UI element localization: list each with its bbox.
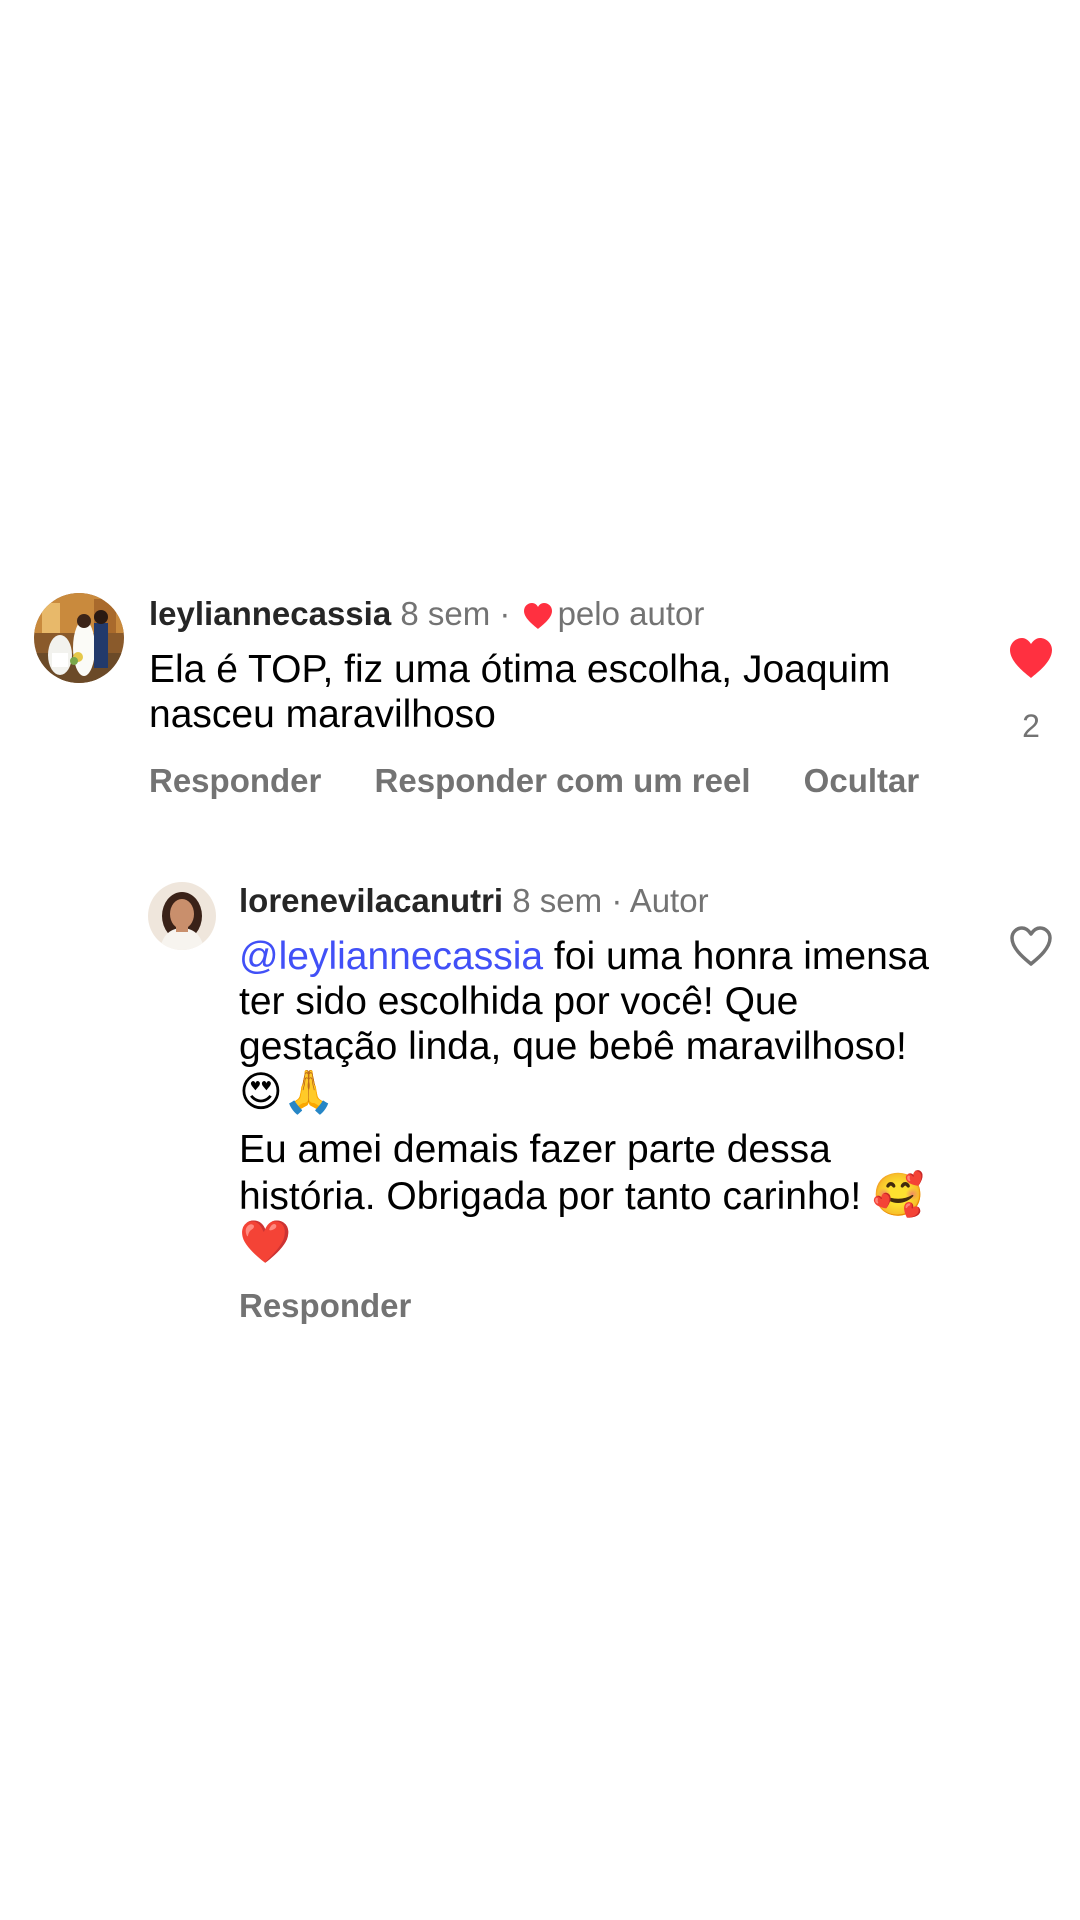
reply-text-segment: Eu amei demais fazer parte dessa históri… [239,1128,873,1218]
reply-button[interactable]: Responder [149,761,321,801]
reply-with-reel-button[interactable]: Responder com um reel [375,761,751,801]
reply-button[interactable]: Responder [239,1286,411,1326]
reply-time: 8 sem [512,882,603,919]
avatar-photo [34,593,124,683]
reply-paragraph: Eu amei demais fazer parte dessa históri… [239,1127,939,1266]
avatar[interactable] [148,882,216,950]
heart-filled-icon[interactable] [1007,636,1055,680]
comment-meta: leyliannecassia 8 sem · pelo autor [149,594,704,634]
comment-text: Ela é TOP, fiz uma ótima escolha, Joaqui… [149,648,891,736]
comment-time: 8 sem [400,595,491,632]
emoji: 😍🙏 [239,1068,336,1115]
reply-text: @leyliannecassia foi uma honra imensa te… [239,934,939,1266]
author-badge: Autor [629,882,709,919]
heart-outline-icon[interactable] [1007,924,1055,968]
mention-link[interactable]: @leyliannecassia [239,935,543,978]
liked-by-author-label: pelo autor [557,595,705,632]
comment-actions: Responder Responder com um reel Ocultar [149,761,919,801]
avatar[interactable] [34,593,124,683]
reply-actions: Responder [239,1286,411,1326]
separator-dot: · [499,595,511,632]
reply-paragraph: @leyliannecassia foi uma honra imensa te… [239,934,939,1116]
like-count: 2 [1022,708,1040,744]
heart-filled-icon [522,600,554,630]
comment-username[interactable]: leyliannecassia [149,595,391,632]
reply-meta: lorenevilacanutri 8 sem · Autor [239,881,709,921]
hide-button[interactable]: Ocultar [804,761,920,801]
separator-dot: · [611,882,623,919]
reply-username[interactable]: lorenevilacanutri [239,882,503,919]
avatar-photo [148,882,216,950]
